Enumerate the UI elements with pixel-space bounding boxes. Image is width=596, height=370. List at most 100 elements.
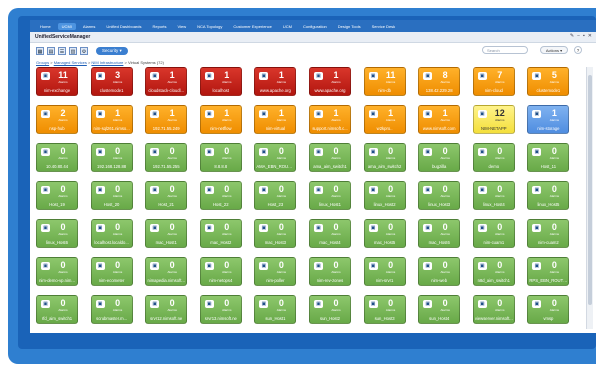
system-tile[interactable]: ▣ 0 Alarms linux_Host5 (527, 181, 570, 210)
system-tile[interactable]: ▣ 11 Alarms nim-exchange (36, 67, 78, 96)
system-tile[interactable]: ▣ 0 Alarms nimapedia.nimsoft... (145, 257, 188, 286)
system-tile[interactable]: ▣ 0 Alarms 8.8.8.8 (199, 143, 242, 172)
system-tile[interactable]: ▣ 8 Alarms 138.42.229.28 (418, 67, 461, 96)
system-tile[interactable]: ▣ 0 Alarms nim-cuam1 (472, 219, 515, 248)
breadcrumb-nim-infrastructure[interactable]: NIM Infrastructure (91, 60, 123, 65)
system-tile[interactable]: ▣ 1 Alarms nim-virtual (254, 105, 297, 134)
system-tile[interactable]: ▣ 0 Alarms linux_Host4 (472, 181, 515, 210)
system-tile[interactable]: ▣ 0 Alarms nim-rev-zones (309, 257, 351, 286)
system-tile[interactable]: ▣ 1 Alarms nim-netflow (199, 105, 242, 134)
system-tile[interactable]: ▣ 1 Alarms www.nimsoft.com (418, 105, 461, 134)
system-tile[interactable]: ▣ 1 Alarms nim-storage (527, 105, 570, 134)
system-tile[interactable]: ▣ 0 Alarms mac_Host4 (309, 219, 351, 248)
system-tile[interactable]: ▣ 0 Alarms linux_Host2 (363, 181, 406, 210)
nav-tab-3[interactable]: Unified Dashboards (102, 23, 145, 30)
system-tile[interactable]: ▣ 0 Alarms nim-srvr1 (363, 257, 406, 286)
system-tile[interactable]: ▣ 0 Alarms linux_Host6 (36, 219, 78, 248)
system-tile[interactable]: ▣ 0 Alarms RPS_EBN_ROUTER (527, 257, 570, 286)
help-icon[interactable]: ? (574, 46, 582, 54)
system-tile[interactable]: ▣ 1 Alarms www.apache.org (309, 67, 351, 96)
system-tile[interactable]: ▣ 3 Alarms clustemode1 (90, 67, 133, 96)
system-tile[interactable]: ▣ 0 Alarms srvr12.nimsoft.ne (145, 295, 188, 324)
system-tile[interactable]: ▣ 0 Alarms Host_19 (36, 181, 78, 210)
system-tile[interactable]: ▣ 0 Alarms localhost.localdo... (90, 219, 133, 248)
search-input[interactable]: Search (482, 46, 528, 54)
system-tile[interactable]: ▣ 0 Alarms Host_23 (254, 181, 297, 210)
system-tile[interactable]: ▣ 0 Alarms mac_Host5 (363, 219, 406, 248)
system-tile[interactable]: ▣ 0 Alarms nim-netops4 (199, 257, 242, 286)
system-tile[interactable]: ▣ 0 Alarms nim-poller (254, 257, 297, 286)
system-tile[interactable]: ▣ 0 Alarms Host_22 (199, 181, 242, 210)
system-tile[interactable]: ▣ 1 Alarms localhost (199, 67, 242, 96)
system-tile[interactable]: ▣ 0 Alarms Host_21 (145, 181, 188, 210)
large-icons-view-icon[interactable]: ▦ (36, 47, 44, 55)
nav-tab-9[interactable]: Configuration (299, 23, 331, 30)
nav-tab-11[interactable]: Service Desk (368, 23, 400, 30)
nav-tab-6[interactable]: NCA Topology (193, 23, 226, 30)
vertical-scrollbar[interactable] (586, 67, 593, 329)
system-tile[interactable]: ▣ 0 Alarms sun_Host1 (254, 295, 297, 324)
system-tile[interactable]: ▣ 11 Alarms nim-db (363, 67, 406, 96)
breadcrumb-groups[interactable]: Groups (36, 60, 49, 65)
system-tile[interactable]: ▣ 7 Alarms nim-cloud (472, 67, 515, 96)
nav-tab-8[interactable]: UCM (279, 23, 296, 30)
system-tile[interactable]: ▣ 1 Alarms w2kpro.. (363, 105, 406, 134)
system-tile[interactable]: ▣ 0 Alarms nim-web (418, 257, 461, 286)
system-tile[interactable]: ▣ 0 Alarms AMA_EBN_ROUTER (254, 143, 297, 172)
system-tile[interactable]: ▣ 0 Alarms 192.71.55.255 (145, 143, 188, 172)
security-button[interactable]: Security ▾ (96, 47, 128, 55)
system-tile[interactable]: ▣ 0 Alarms rfd_aim_switch1 (36, 295, 78, 324)
system-tile[interactable]: ▣ 0 Alarms ama_aim_switch2 (363, 143, 406, 172)
system-tile[interactable]: ▣ 0 Alarms bugzilla (418, 143, 461, 172)
breadcrumb-managed-services[interactable]: Managed Services (54, 60, 87, 65)
system-tile[interactable]: ▣ 1 Alarms 192.71.55.249 (145, 105, 188, 134)
system-tile[interactable]: ▣ 0 Alarms n8d_aim_switch1 (472, 257, 515, 286)
system-tile[interactable]: ▣ 5 Alarms clustemode1 (527, 67, 570, 96)
nav-tab-1[interactable]: UCMI (57, 22, 76, 30)
system-tile[interactable]: ▣ 0 Alarms mac_Host1 (145, 219, 188, 248)
maximize-icon[interactable]: ▪ (583, 33, 585, 39)
system-tile[interactable]: ▣ 0 Alarms nim-ecometer (90, 257, 133, 286)
system-tile[interactable]: ▣ 1 Alarms cloudstack-cloudl... (145, 67, 188, 96)
nav-tab-7[interactable]: Customer Experience (229, 23, 275, 30)
system-tile[interactable]: ▣ 2 Alarms nsp-hub (36, 105, 78, 134)
system-tile[interactable]: ▣ 0 Alarms mac_Host6 (418, 219, 461, 248)
system-tile[interactable]: ▣ 0 Alarms Host_20 (90, 181, 133, 210)
nav-tab-5[interactable]: View (174, 23, 191, 30)
system-tile[interactable]: ▣ 0 Alarms 192.168.128.88 (90, 143, 133, 172)
system-tile[interactable]: ▣ 0 Alarms ama_aim_switch1 (309, 143, 351, 172)
system-tile[interactable]: ▣ 0 Alarms nim-cuam2 (527, 219, 570, 248)
system-tile[interactable]: ▣ 0 Alarms viewserver.nimsoft... (472, 295, 515, 324)
nav-tab-10[interactable]: Design Tools (334, 23, 365, 30)
system-tile[interactable]: ▣ 0 Alarms sun_Host4 (418, 295, 461, 324)
nav-tab-2[interactable]: Alarms (79, 23, 99, 30)
minimize-icon[interactable]: − (577, 33, 580, 39)
system-tile[interactable]: ▣ 12 Alarms NIM-NETAPP (472, 105, 515, 134)
system-tile[interactable]: ▣ 1 Alarms www.apache.org (254, 67, 297, 96)
scrollbar-thumb[interactable] (588, 75, 592, 305)
system-tile[interactable]: ▣ 0 Alarms vmsp (527, 295, 570, 324)
system-tile[interactable]: ▣ 0 Alarms linux_Host1 (309, 181, 351, 210)
system-tile[interactable]: ▣ 1 Alarms nim-sql261.nimso... (90, 105, 133, 134)
list-view-icon[interactable]: ☰ (58, 47, 66, 55)
close-icon[interactable]: ✕ (588, 33, 592, 39)
system-tile[interactable]: ▣ 0 Alarms nim-demo-vp.nim... (36, 257, 78, 286)
nav-tab-4[interactable]: Reports (149, 23, 171, 30)
system-tile[interactable]: ▣ 0 Alarms sun_Host3 (363, 295, 406, 324)
system-tile[interactable]: ▣ 0 Alarms linux_Host3 (418, 181, 461, 210)
system-tile[interactable]: ▣ 1 Alarms support.nimsoft.c... (309, 105, 351, 134)
tile-view-icon[interactable]: ▤ (47, 47, 55, 55)
system-tile[interactable]: ▣ 0 Alarms Host_11 (527, 143, 570, 172)
nav-tab-0[interactable]: Home (36, 23, 55, 30)
system-tile[interactable]: ▣ 0 Alarms 10.40.80.44 (36, 143, 78, 172)
system-tile[interactable]: ▣ 0 Alarms sun_Host2 (309, 295, 351, 324)
edit-icon[interactable]: ✎ (570, 33, 574, 39)
system-tile[interactable]: ▣ 0 Alarms mac_Host2 (199, 219, 242, 248)
system-tile[interactable]: ▣ 0 Alarms scrubmaster.m... (90, 295, 133, 324)
actions-dropdown[interactable]: Actions ▾ (540, 46, 568, 54)
system-tile[interactable]: ▣ 0 Alarms srvr13.nimsoft.ne (199, 295, 242, 324)
system-tile[interactable]: ▣ 0 Alarms mac_Host3 (254, 219, 297, 248)
settings-icon[interactable]: ⚙ (80, 47, 88, 55)
system-tile[interactable]: ▣ 0 Alarms demo (472, 143, 515, 172)
grid-view-icon[interactable]: ▥ (69, 47, 77, 55)
